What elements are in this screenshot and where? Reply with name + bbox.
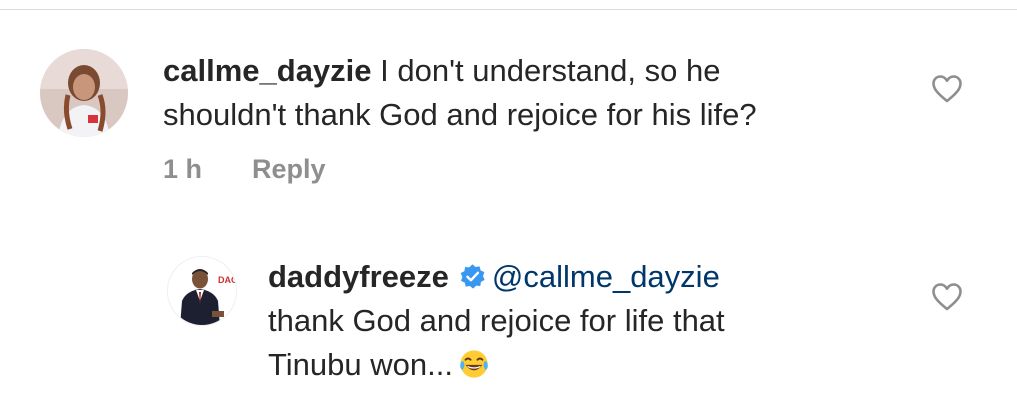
comment: callme_dayzie I don't understand, so he … xyxy=(0,0,1017,200)
profile-photo-icon xyxy=(40,49,128,137)
reply-button[interactable]: Reply xyxy=(252,154,326,184)
like-button[interactable] xyxy=(931,74,963,104)
profile-photo-icon: DACA xyxy=(168,257,237,325)
reply-text-end: Tinubu won... xyxy=(268,347,453,382)
heart-outline-icon xyxy=(932,283,962,311)
svg-text:DACA: DACA xyxy=(218,275,237,285)
comment-line-1: callme_dayzie I don't understand, so he xyxy=(163,49,757,93)
reply-line-1: daddyfreeze @callme_dayzie xyxy=(268,255,725,299)
comment-line-2: shouldn't thank God and rejoice for his … xyxy=(163,97,757,132)
comment-meta: 1 h Reply xyxy=(163,153,376,185)
reply-comment: DACA daddyfreeze @callme_dayzie thank Go… xyxy=(0,200,1017,409)
comment-text: I don't understand, so he xyxy=(380,53,721,88)
comment-username[interactable]: callme_dayzie xyxy=(163,53,372,88)
reply-line-3: Tinubu won... xyxy=(268,343,725,387)
verified-badge-icon xyxy=(460,264,485,289)
heart-outline-icon xyxy=(932,75,962,103)
comment-time: 1 h xyxy=(163,154,203,184)
like-button[interactable] xyxy=(931,282,963,312)
mention-link[interactable]: @callme_dayzie xyxy=(492,259,720,294)
tears-of-joy-emoji-icon xyxy=(460,350,488,378)
reply-line-2: thank God and rejoice for life that xyxy=(268,303,725,338)
avatar[interactable]: DACA xyxy=(167,256,237,326)
comment-body: callme_dayzie I don't understand, so he … xyxy=(163,49,757,137)
reply-username[interactable]: daddyfreeze xyxy=(268,259,449,294)
reply-body: daddyfreeze @callme_dayzie thank God and… xyxy=(268,255,725,387)
avatar[interactable] xyxy=(40,49,128,137)
